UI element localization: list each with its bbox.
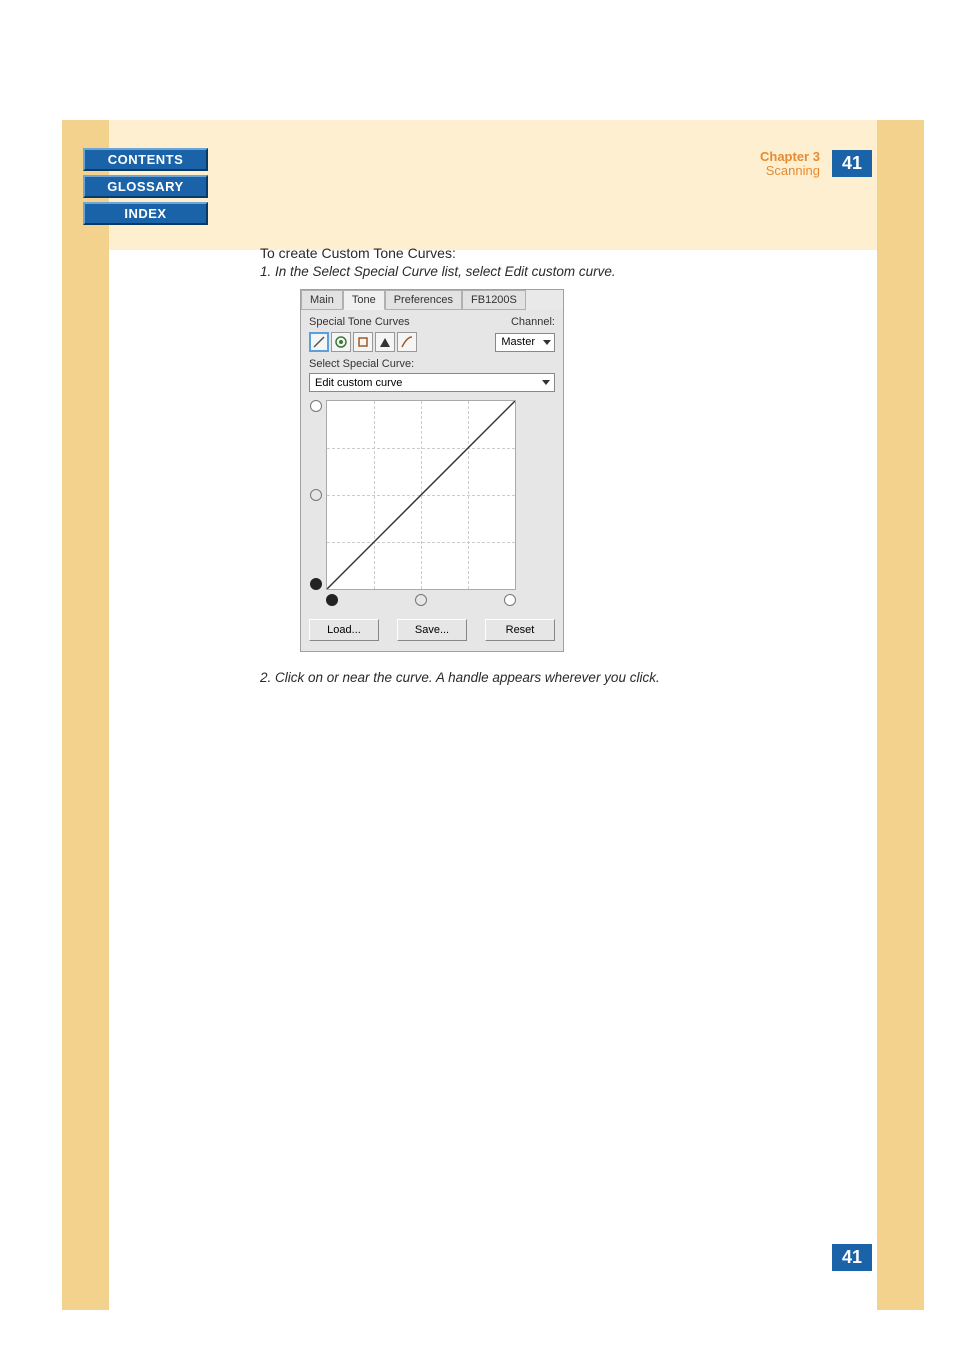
nav-contents[interactable]: CONTENTS [83, 148, 208, 171]
right-rail [877, 120, 924, 1310]
tab-tone[interactable]: Tone [343, 290, 385, 310]
chevron-down-icon [542, 380, 550, 385]
header-right: Chapter 3 Scanning 41 [760, 150, 872, 177]
no-correction-icon[interactable] [309, 332, 329, 352]
mid-swatch-icon [310, 489, 322, 501]
chapter-title: Chapter 3 [760, 150, 820, 164]
tone-dialog: Main Tone Preferences FB1200S Special To… [300, 289, 564, 652]
tab-row: Main Tone Preferences FB1200S [301, 290, 563, 310]
nav-index[interactable]: INDEX [83, 202, 208, 225]
black-swatch-icon [326, 594, 338, 606]
white-swatch-icon [310, 400, 322, 412]
special-curve-value: Edit custom curve [315, 377, 402, 389]
tab-main[interactable]: Main [301, 290, 343, 310]
chevron-down-icon [543, 340, 551, 345]
dialog-buttons: Load... Save... Reset [309, 619, 555, 641]
channel-label: Channel: [511, 316, 555, 328]
main-content: To create Custom Tone Curves: 1. In the … [260, 245, 820, 685]
select-special-curve-label: Select Special Curve: [309, 358, 555, 370]
reset-button[interactable]: Reset [485, 619, 555, 641]
nav-buttons: CONTENTS GLOSSARY INDEX [83, 148, 208, 225]
nav-glossary[interactable]: GLOSSARY [83, 175, 208, 198]
brightness-icon[interactable] [353, 332, 373, 352]
tab-body: Special Tone Curves Channel: [301, 310, 563, 651]
page-number-bottom: 41 [832, 1244, 872, 1271]
load-button[interactable]: Load... [309, 619, 379, 641]
tone-curve-line[interactable] [327, 401, 515, 589]
section-heading: To create Custom Tone Curves: [260, 245, 820, 261]
special-curve-select[interactable]: Edit custom curve [309, 373, 555, 392]
custom-curve-icon[interactable] [397, 332, 417, 352]
left-rail [62, 120, 109, 1310]
channel-value: Master [501, 336, 535, 348]
input-axis [326, 593, 516, 607]
chapter-block: Chapter 3 Scanning [760, 150, 820, 177]
output-axis [309, 400, 323, 590]
tone-curve-presets [309, 332, 417, 352]
black-swatch-icon [310, 578, 322, 590]
special-tone-curves-label: Special Tone Curves [309, 316, 410, 328]
page-number-top: 41 [832, 150, 872, 177]
mid-swatch-icon [415, 594, 427, 606]
tab-model[interactable]: FB1200S [462, 290, 526, 310]
tab-preferences[interactable]: Preferences [385, 290, 462, 310]
header-band [109, 120, 877, 250]
white-swatch-icon [504, 594, 516, 606]
save-button[interactable]: Save... [397, 619, 467, 641]
step-1: 1. In the Select Special Curve list, sel… [260, 264, 820, 279]
auto-icon[interactable] [331, 332, 351, 352]
chapter-subtitle: Scanning [760, 164, 820, 178]
step-2: 2. Click on or near the curve. A handle … [260, 670, 820, 685]
curve-editor [309, 400, 555, 590]
contrast-icon[interactable] [375, 332, 395, 352]
channel-select[interactable]: Master [495, 333, 555, 352]
curve-canvas[interactable] [326, 400, 516, 590]
